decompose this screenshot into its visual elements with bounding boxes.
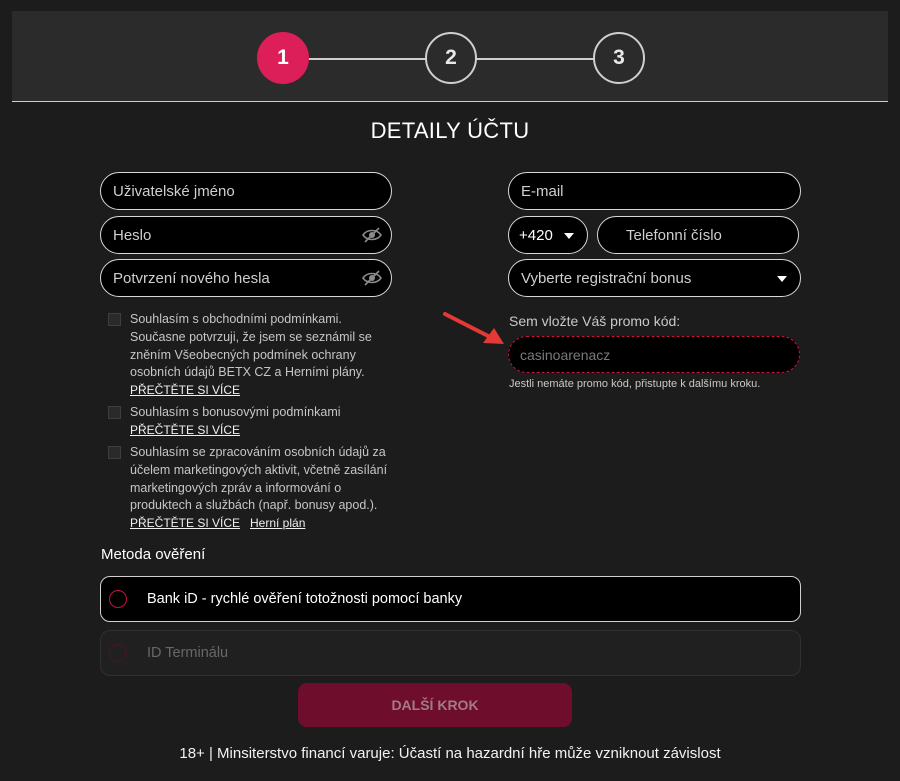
password-confirm-field[interactable]: Potvrzení nového hesla xyxy=(100,259,392,297)
consent-bonus-read-more-link[interactable]: PŘEČTĚTE SI VÍCE xyxy=(130,423,240,437)
password-field[interactable]: Heslo xyxy=(100,216,392,254)
chevron-down-icon xyxy=(564,233,574,239)
chevron-down-icon xyxy=(777,276,787,282)
terminal-label: ID Terminálu xyxy=(147,645,229,661)
promo-code-input[interactable]: casinoarenacz xyxy=(508,336,800,373)
arrow-pointer-icon xyxy=(443,312,504,344)
promo-hint: Jestli nemáte promo kód, přistupte k dal… xyxy=(509,378,761,390)
next-step-button[interactable]: DALŠÍ KROK xyxy=(298,683,572,727)
bankid-label: Bank iD - rychlé ověření totožnosti pomo… xyxy=(147,591,463,607)
step-connector xyxy=(474,58,604,60)
page-title: DETAILY ÚČTU xyxy=(370,118,530,143)
radio-bankid[interactable] xyxy=(109,590,127,608)
consent-marketing-text: Souhlasím se zpracováním osobních údajů … xyxy=(130,445,388,513)
step-3[interactable]: 3 xyxy=(593,32,645,84)
consent-marketing: Souhlasím se zpracováním osobních údajů … xyxy=(108,444,402,515)
promo-code-value: casinoarenacz xyxy=(520,346,611,363)
phone-field[interactable]: Telefonní číslo xyxy=(597,216,799,254)
username-placeholder: Uživatelské jméno xyxy=(113,182,235,200)
password-placeholder: Heslo xyxy=(113,226,152,244)
consent-bonus-checkbox[interactable] xyxy=(108,406,121,419)
verification-heading: Metoda ověření xyxy=(101,546,206,563)
consent-terms-checkbox[interactable] xyxy=(108,313,121,326)
step-2[interactable]: 2 xyxy=(425,32,477,84)
eye-slash-icon[interactable] xyxy=(362,269,382,287)
eye-slash-icon[interactable] xyxy=(362,226,382,244)
gambling-warning: 18+ | Minsiterstvo financí varuje: Účast… xyxy=(179,745,721,762)
consent-marketing-checkbox[interactable] xyxy=(108,446,121,459)
email-placeholder: E-mail xyxy=(521,182,564,200)
game-plan-link[interactable]: Herní plán xyxy=(250,516,305,530)
consent-marketing-read-more-link[interactable]: PŘEČTĚTE SI VÍCE xyxy=(130,516,240,530)
bonus-select[interactable]: Vyberte registrační bonus xyxy=(508,259,801,297)
verification-method-bankid[interactable]: Bank iD - rychlé ověření totožnosti pomo… xyxy=(100,576,801,622)
step-1: 1 xyxy=(257,32,309,84)
radio-terminal[interactable] xyxy=(109,644,127,662)
username-field[interactable]: Uživatelské jméno xyxy=(100,172,392,210)
consent-bonus-text: Souhlasím s bonusovými podmínkami xyxy=(130,405,341,419)
phone-prefix-select[interactable]: +420 xyxy=(508,216,588,254)
phone-prefix-value: +420 xyxy=(519,226,553,244)
consent-terms-read-more-link[interactable]: PŘEČTĚTE SI VÍCE xyxy=(130,383,240,397)
phone-placeholder: Telefonní číslo xyxy=(626,226,722,244)
step-header: 1 2 3 xyxy=(12,11,888,102)
consent-terms-text: Souhlasím s obchodními podmínkami. Souča… xyxy=(130,312,372,380)
email-field[interactable]: E-mail xyxy=(508,172,801,210)
verification-method-terminal[interactable]: ID Terminálu xyxy=(100,630,801,676)
step-connector xyxy=(306,58,436,60)
promo-label: Sem vložte Váš promo kód: xyxy=(509,313,681,329)
consent-terms: Souhlasím s obchodními podmínkami. Souča… xyxy=(108,311,400,382)
consent-bonus: Souhlasím s bonusovými podmínkami xyxy=(108,404,400,422)
bonus-select-placeholder: Vyberte registrační bonus xyxy=(521,269,692,287)
password-confirm-placeholder: Potvrzení nového hesla xyxy=(113,269,270,287)
